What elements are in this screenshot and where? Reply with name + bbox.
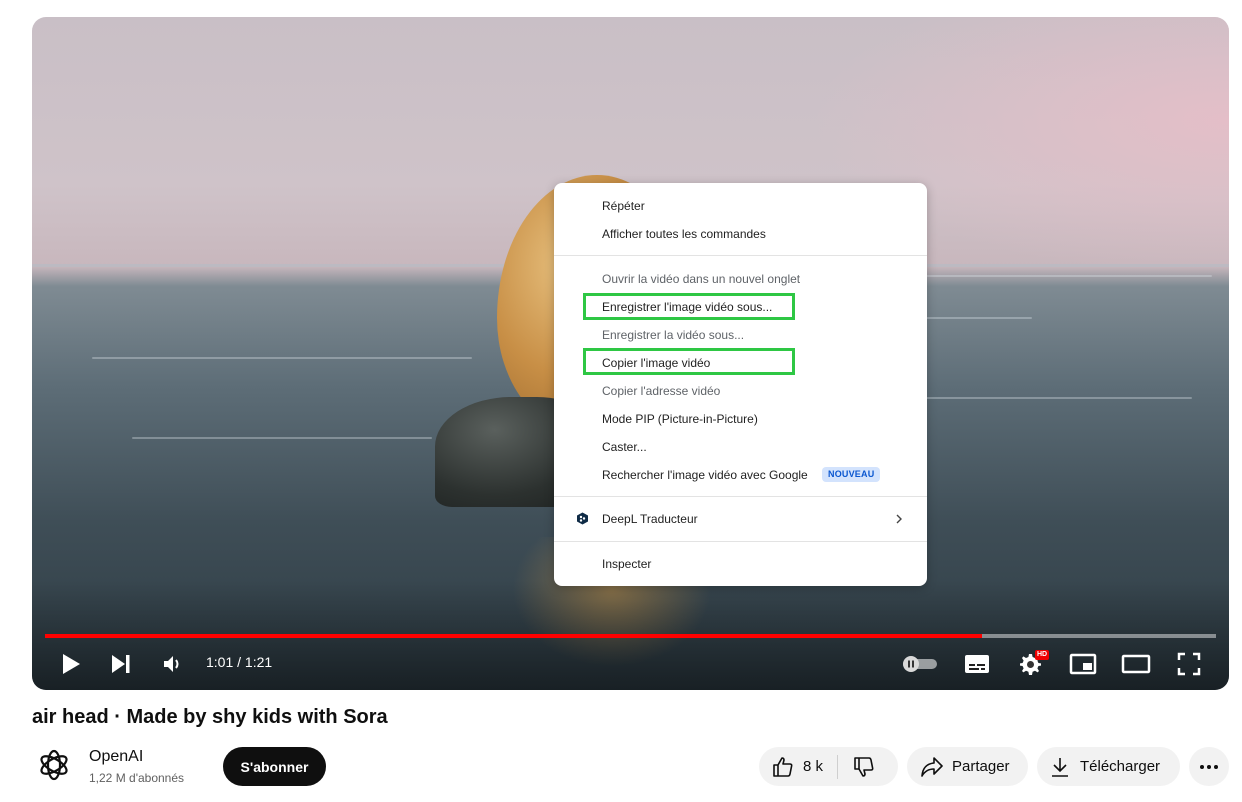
miniplayer-button[interactable]: [1067, 649, 1099, 679]
theater-mode-icon: [1121, 654, 1151, 674]
openai-logo-icon[interactable]: [36, 747, 72, 783]
like-count: 8 k: [803, 758, 824, 775]
skip-next-icon: [112, 655, 130, 673]
miniplayer-icon: [1069, 653, 1097, 675]
new-badge: NOUVEAU: [822, 467, 881, 482]
menu-item-deepl[interactable]: DeepL Traducteur: [602, 510, 698, 528]
subtitles-button[interactable]: [961, 649, 993, 679]
time-display: 1:01 / 1:21: [206, 654, 273, 670]
more-actions-button[interactable]: [1189, 747, 1229, 786]
menu-item-copy-video-address[interactable]: Copier l'adresse vidéo: [602, 382, 720, 400]
channel-name[interactable]: OpenAI: [89, 748, 143, 766]
like-button[interactable]: 8 k: [759, 747, 837, 786]
menu-item-search-frame-google[interactable]: Rechercher l'image vidéo avec Google: [602, 466, 808, 484]
video-title: air head · Made by shy kids with Sora: [32, 706, 388, 728]
menu-item-repeat[interactable]: Répéter: [602, 197, 645, 215]
menu-item-open-in-new-tab[interactable]: Ouvrir la vidéo dans un nouvel onglet: [602, 270, 800, 288]
autoplay-toggle-icon: [903, 656, 937, 672]
settings-button[interactable]: HD: [1014, 649, 1050, 679]
theater-mode-button[interactable]: [1119, 649, 1153, 679]
video-frame-wave: [132, 437, 432, 439]
context-menu: Répéter Afficher toutes les commandes Ou…: [554, 183, 927, 586]
dislike-button[interactable]: [838, 747, 876, 786]
share-label: Partager: [952, 758, 1010, 775]
chevron-right-icon: [896, 514, 902, 524]
deepl-icon: [577, 512, 588, 525]
volume-icon: [164, 656, 179, 672]
menu-item-picture-in-picture[interactable]: Mode PIP (Picture-in-Picture): [602, 410, 758, 428]
autoplay-toggle[interactable]: [901, 649, 939, 679]
more-horizontal-icon: [1200, 764, 1218, 769]
progress-bar[interactable]: [45, 634, 1216, 638]
menu-item-show-all-controls[interactable]: Afficher toutes les commandes: [602, 225, 766, 243]
menu-item-inspect[interactable]: Inspecter: [602, 555, 651, 573]
share-icon: [921, 756, 943, 777]
play-button[interactable]: [58, 649, 84, 679]
subscribe-button[interactable]: S'abonner: [223, 747, 326, 786]
menu-separator: [554, 255, 927, 256]
video-frame-wave: [92, 357, 472, 359]
thumbs-up-icon: [773, 756, 793, 777]
next-button[interactable]: [108, 649, 134, 679]
share-button[interactable]: Partager: [907, 747, 1028, 786]
menu-item-cast[interactable]: Caster...: [602, 438, 647, 456]
subscriber-count: 1,22 M d'abonnés: [89, 771, 185, 785]
download-label: Télécharger: [1080, 758, 1161, 775]
hd-badge: HD: [1035, 650, 1050, 660]
fullscreen-icon: [1177, 652, 1201, 676]
subtitles-icon: [965, 655, 989, 673]
download-button[interactable]: Télécharger: [1037, 747, 1180, 786]
menu-item-copy-frame[interactable]: Copier l'image vidéo: [602, 354, 710, 372]
like-dislike-group: 8 k: [759, 747, 898, 786]
fullscreen-button[interactable]: [1173, 649, 1205, 679]
menu-item-save-video-as[interactable]: Enregistrer la vidéo sous...: [602, 326, 744, 344]
play-icon: [63, 654, 80, 674]
volume-button[interactable]: [160, 649, 186, 679]
menu-separator: [554, 541, 927, 542]
download-icon: [1052, 757, 1068, 777]
menu-item-save-frame-as[interactable]: Enregistrer l'image vidéo sous...: [602, 298, 772, 316]
progress-bar-played: [45, 634, 982, 638]
video-frame-wave: [912, 275, 1212, 277]
menu-separator: [554, 496, 927, 497]
thumbs-down-icon: [854, 756, 874, 777]
